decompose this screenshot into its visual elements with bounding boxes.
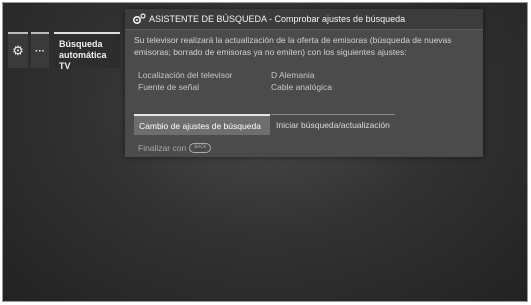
change-search-settings-button[interactable]: Cambio de ajustes de búsqueda bbox=[134, 114, 270, 135]
menu-item-settings[interactable]: ⚙ bbox=[8, 32, 28, 68]
screen: ⚙ ··· Búsqueda automática TV ASISTENTE D… bbox=[0, 0, 531, 305]
dialog-description: Su televisor realizará la actualización … bbox=[134, 35, 452, 57]
setting-value-signal-source: Cable analógica bbox=[271, 82, 332, 92]
search-wizard-dialog: ASISTENTE DE BÚSQUEDA - Comprobar ajuste… bbox=[125, 9, 483, 157]
setting-label-location: Localización del televisor bbox=[138, 70, 233, 80]
menu-item-more[interactable]: ··· bbox=[31, 32, 49, 68]
menu-item-label-line2: automática TV bbox=[59, 50, 107, 71]
gear-icon: ⚙ bbox=[12, 43, 24, 58]
dialog-title: ASISTENTE DE BÚSQUEDA - Comprobar ajuste… bbox=[149, 14, 406, 24]
setting-value-location: D Alemania bbox=[271, 70, 315, 80]
start-search-button[interactable]: Iniciar búsqueda/actualización bbox=[271, 114, 395, 135]
back-key-icon: BACK bbox=[189, 143, 212, 153]
more-label: ··· bbox=[35, 45, 45, 57]
dialog-header: ASISTENTE DE BÚSQUEDA - Comprobar ajuste… bbox=[125, 9, 483, 30]
setting-label-signal-source: Fuente de señal bbox=[138, 82, 199, 92]
finish-label: Finalizar con bbox=[138, 143, 187, 153]
search-settings-icon bbox=[132, 13, 146, 25]
tv-display: ⚙ ··· Búsqueda automática TV ASISTENTE D… bbox=[2, 2, 528, 302]
menu-item-label-line1: Búsqueda bbox=[59, 39, 103, 49]
menu-item-auto-search[interactable]: Búsqueda automática TV bbox=[54, 32, 120, 71]
finish-hint: Finalizar con BACK bbox=[138, 143, 212, 153]
